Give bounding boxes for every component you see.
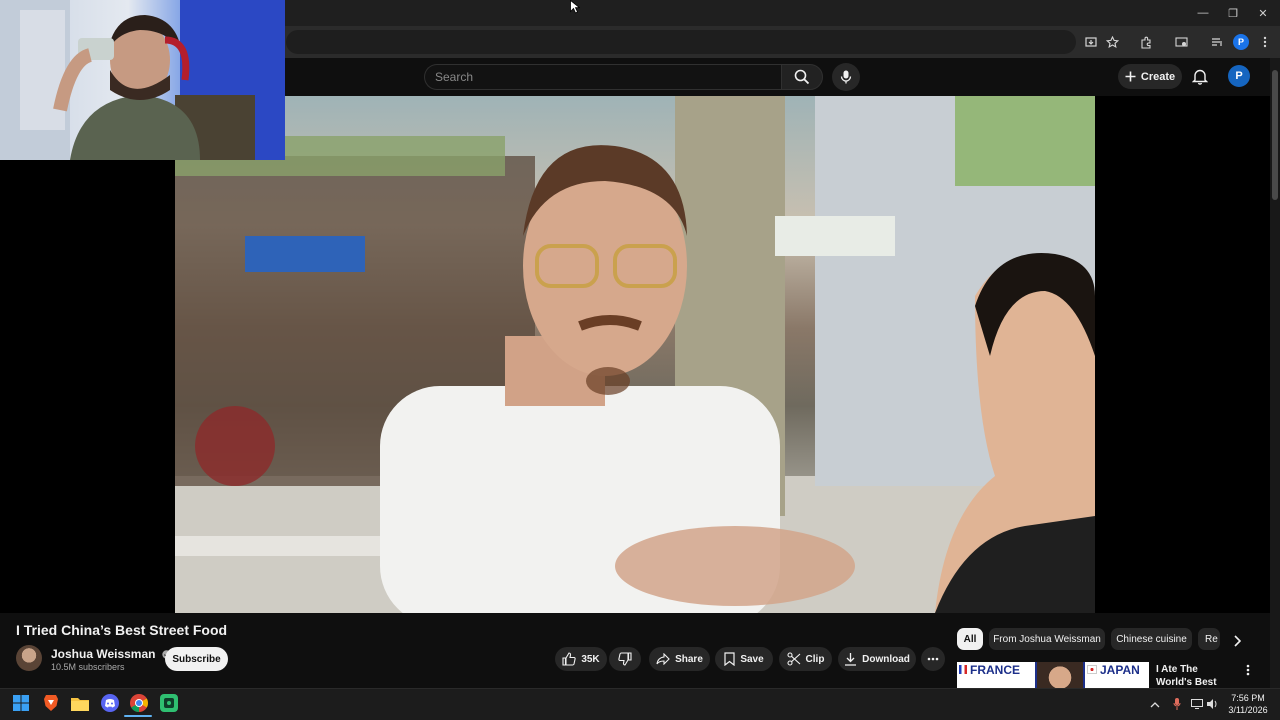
address-bar[interactable] — [286, 30, 1076, 54]
scrollbar-thumb[interactable] — [1272, 70, 1278, 200]
notifications-button[interactable] — [1190, 66, 1210, 86]
windows-start-icon[interactable] — [11, 693, 31, 713]
scissors-icon — [786, 652, 800, 666]
recommendation-thumbnail[interactable]: FRANCE JAPAN — [957, 662, 1149, 688]
clock-date: 3/11/2026 — [1228, 705, 1268, 715]
minimize-icon: — — [1197, 7, 1209, 19]
thumb-label-right-bg: JAPAN — [1085, 662, 1149, 688]
chips-next-button[interactable] — [1229, 633, 1245, 649]
subscribe-label: Subscribe — [172, 653, 221, 665]
bookmark-star-icon[interactable] — [1103, 33, 1121, 51]
minimize-button[interactable]: — — [1188, 0, 1218, 26]
more-actions-button[interactable] — [921, 647, 945, 671]
video-frame[interactable] — [175, 96, 1095, 613]
video-scene-image — [175, 96, 1095, 613]
system-clock[interactable]: 7:56 PM 3/11/2026 — [1222, 692, 1274, 716]
close-icon: ✕ — [1258, 7, 1268, 20]
subscribe-button[interactable]: Subscribe — [165, 647, 228, 671]
install-app-icon[interactable] — [1082, 33, 1100, 51]
channel-name[interactable]: Joshua Weissman — [51, 647, 171, 661]
thumb-label-left-bg: FRANCE — [957, 662, 1035, 688]
volume-icon[interactable] — [1206, 697, 1220, 711]
close-window-button[interactable]: ✕ — [1248, 0, 1278, 26]
chevron-right-icon — [1234, 635, 1241, 647]
like-count: 35K — [581, 653, 600, 665]
chrome-active-indicator — [124, 715, 152, 717]
more-vertical-icon — [1246, 664, 1250, 676]
dislike-button[interactable] — [609, 647, 641, 671]
chrome-icon[interactable] — [129, 693, 149, 713]
thumb-label-left: FRANCE — [970, 663, 1020, 677]
app-icon[interactable] — [159, 693, 179, 713]
profile-letter: P — [1237, 37, 1244, 47]
search-icon — [794, 69, 810, 85]
account-letter: P — [1235, 70, 1243, 82]
channel-avatar[interactable] — [16, 645, 42, 671]
webcam-overlay — [0, 0, 285, 160]
share-label: Share — [675, 653, 703, 665]
restore-icon: ❐ — [1228, 7, 1238, 20]
discord-icon[interactable] — [100, 693, 120, 713]
tray-expand-icon[interactable] — [1148, 697, 1162, 711]
display-tray-icon[interactable] — [1190, 697, 1204, 711]
create-label: Create — [1140, 70, 1176, 83]
clock-time: 7:56 PM — [1231, 693, 1265, 703]
search-button[interactable] — [781, 64, 823, 90]
thumbs-down-icon — [618, 652, 632, 666]
japan-flag-icon — [1087, 665, 1097, 674]
chip-all[interactable]: All — [957, 628, 983, 650]
like-button[interactable]: 35K — [555, 647, 607, 671]
more-horizontal-icon — [927, 657, 939, 661]
clip-button[interactable]: Clip — [779, 647, 832, 671]
save-label: Save — [740, 653, 764, 665]
chip-chinese-cuisine[interactable]: Chinese cuisine — [1111, 628, 1192, 650]
france-flag-icon — [959, 665, 967, 674]
search-placeholder: Search — [435, 70, 474, 84]
chip-related[interactable]: Re — [1198, 628, 1220, 650]
video-title: I Tried China’s Best Street Food — [16, 622, 228, 638]
bell-icon — [1192, 69, 1208, 85]
clip-label: Clip — [805, 653, 825, 665]
microphone-tray-icon[interactable] — [1170, 697, 1184, 711]
chip-from-channel[interactable]: From Joshua Weissman — [989, 628, 1105, 650]
bookmark-icon — [724, 652, 735, 666]
extensions-icon[interactable] — [1137, 33, 1155, 51]
chip-all-label: All — [963, 633, 977, 645]
file-explorer-icon[interactable] — [70, 693, 90, 713]
chip-chinese-cuisine-label: Chinese cuisine — [1116, 633, 1187, 645]
browser-menu-icon[interactable] — [1256, 33, 1274, 51]
save-button[interactable]: Save — [715, 647, 773, 671]
windows-taskbar — [0, 688, 1280, 720]
microphone-icon — [840, 70, 852, 84]
download-button[interactable]: Download — [838, 647, 916, 671]
chip-related-label: Re — [1205, 633, 1218, 645]
thumb-label-right: JAPAN — [1100, 663, 1140, 677]
thumbs-up-icon — [562, 652, 577, 666]
plus-icon — [1125, 71, 1136, 82]
media-controls-icon[interactable] — [1208, 33, 1226, 51]
account-avatar[interactable]: P — [1228, 65, 1250, 87]
webcam-image — [0, 0, 285, 160]
thumb-face — [1037, 662, 1083, 688]
restore-button[interactable]: ❐ — [1218, 0, 1248, 26]
browser-profile-avatar[interactable]: P — [1233, 34, 1249, 50]
download-label: Download — [862, 653, 910, 665]
share-icon — [656, 653, 670, 665]
search-input[interactable]: Search — [424, 64, 782, 90]
recommendation-more-button[interactable] — [1240, 662, 1256, 678]
channel-name-text: Joshua Weissman — [51, 647, 156, 661]
share-button[interactable]: Share — [649, 647, 710, 671]
subscriber-count: 10.5M subscribers — [51, 662, 125, 672]
mouse-cursor-icon — [570, 0, 581, 19]
cast-icon[interactable] — [1172, 33, 1190, 51]
download-icon — [845, 653, 857, 666]
voice-search-button[interactable] — [832, 63, 860, 91]
brave-browser-icon[interactable] — [41, 693, 61, 713]
chip-from-channel-label: From Joshua Weissman — [993, 633, 1101, 645]
create-button[interactable]: Create — [1118, 64, 1182, 89]
